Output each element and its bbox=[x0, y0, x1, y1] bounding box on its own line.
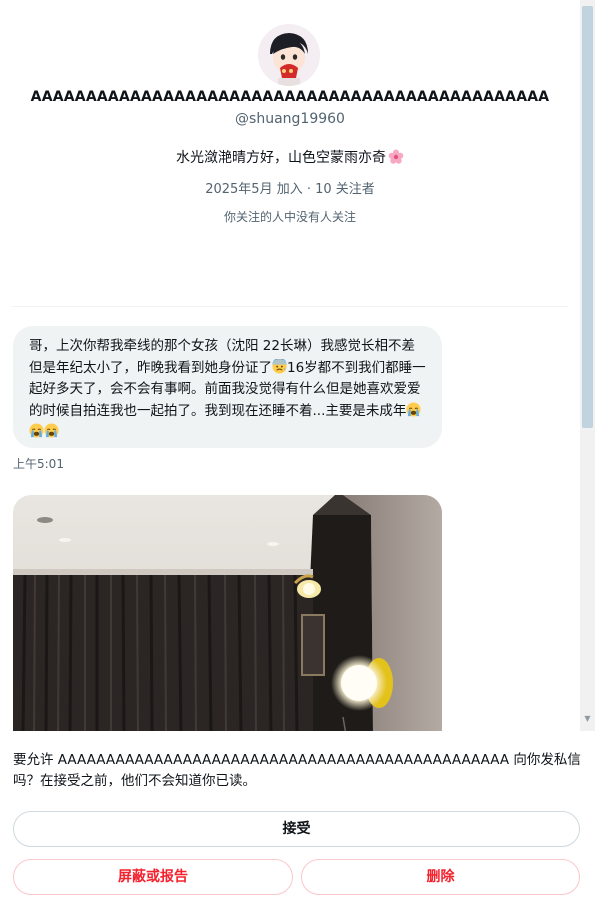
crying-face-icon bbox=[44, 423, 59, 438]
bio-text: 水光潋滟晴方好，山色空蒙雨亦奇 bbox=[176, 150, 386, 166]
scroll-down-arrow-icon[interactable]: ▼ bbox=[583, 714, 592, 723]
display-name: AAAAAAAAAAAAAAAAAAAAAAAAAAAAAAAAAAAAAAAA… bbox=[30, 89, 550, 105]
anxious-face-icon bbox=[272, 357, 287, 374]
message-timestamp: 上午5:01 bbox=[13, 457, 64, 471]
scrollbar-thumb[interactable] bbox=[582, 6, 593, 428]
cherry-blossom-icon bbox=[388, 149, 404, 165]
user-handle: @shuang19960 bbox=[235, 111, 345, 127]
conversation-scroll-area[interactable]: AAAAAAAAAAAAAAAAAAAAAAAAAAAAAAAAAAAAAAAA… bbox=[0, 0, 595, 731]
joined-info: 2025年5月 加入 · 10 关注者 bbox=[205, 182, 375, 197]
crying-face-icon bbox=[29, 423, 44, 438]
user-bio: 水光潋滟晴方好，山色空蒙雨亦奇 bbox=[0, 147, 580, 167]
crying-face-icon bbox=[406, 401, 421, 417]
avatar[interactable] bbox=[258, 24, 320, 86]
message-bubble[interactable]: 哥，上次你帮我牵线的那个女孩（沈阳 22长琳）我感觉长相不差但是年纪太小了，昨晚… bbox=[13, 326, 442, 448]
message-photo[interactable] bbox=[13, 495, 442, 731]
message-request-panel: 要允许 AAAAAAAAAAAAAAAAAAAAAAAAAAAAAAAAAAAA… bbox=[0, 731, 595, 903]
block-or-report-button[interactable]: 屏蔽或报告 bbox=[13, 859, 293, 895]
divider bbox=[12, 306, 568, 307]
delete-button[interactable]: 删除 bbox=[301, 859, 580, 895]
message-request-text: 要允许 AAAAAAAAAAAAAAAAAAAAAAAAAAAAAAAAAAAA… bbox=[13, 752, 581, 789]
accept-button[interactable]: 接受 bbox=[13, 811, 580, 847]
followers-note: 你关注的人中没有人关注 bbox=[223, 210, 356, 224]
